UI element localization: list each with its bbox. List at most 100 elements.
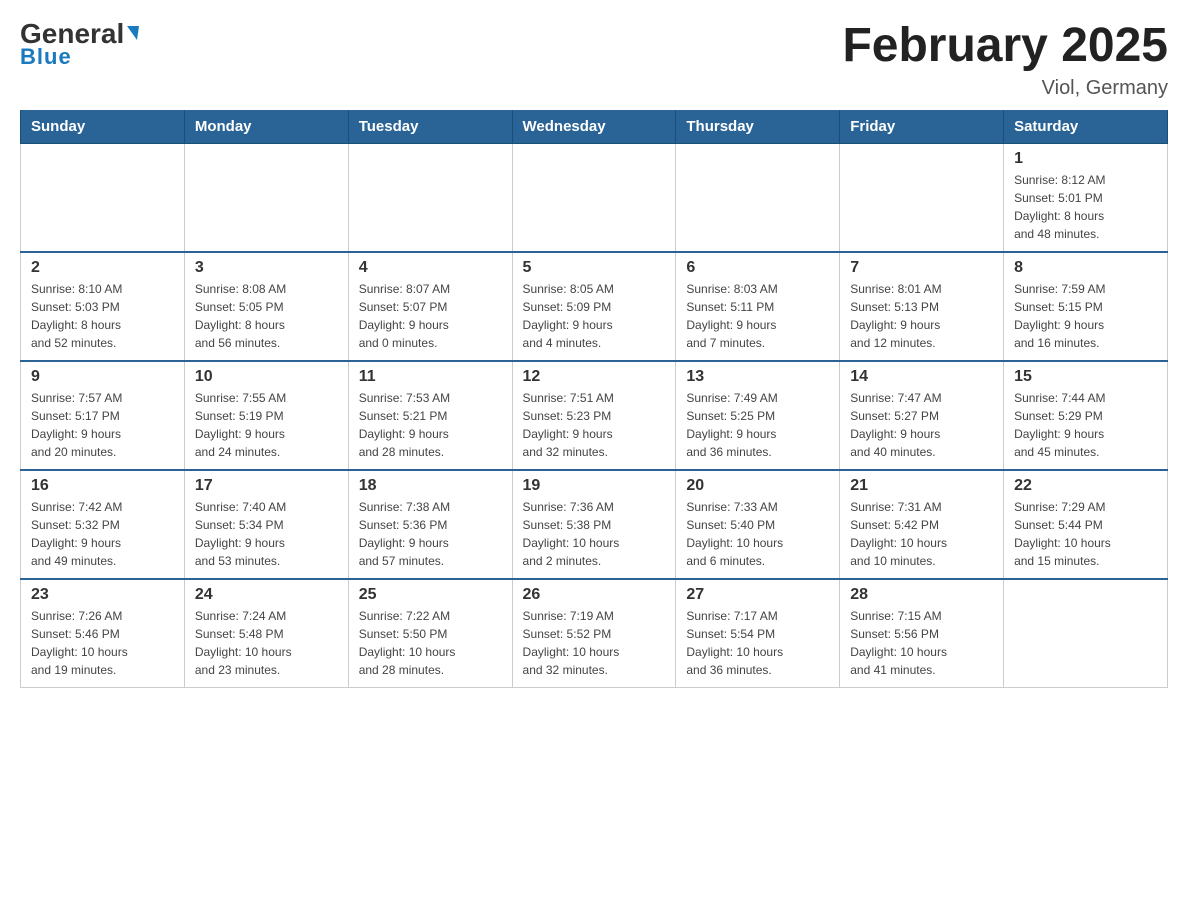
- location: Viol, Germany: [842, 77, 1168, 100]
- day-info: Sunrise: 7:53 AMSunset: 5:21 PMDaylight:…: [359, 389, 502, 461]
- calendar-cell: 16 Sunrise: 7:42 AMSunset: 5:32 PMDayligh…: [21, 470, 185, 579]
- header-monday: Monday: [184, 110, 348, 144]
- day-info: Sunrise: 8:12 AMSunset: 5:01 PMDaylight:…: [1014, 171, 1157, 243]
- day-number: 1: [1014, 150, 1157, 168]
- header-thursday: Thursday: [676, 110, 840, 144]
- header-tuesday: Tuesday: [348, 110, 512, 144]
- day-info: Sunrise: 7:15 AMSunset: 5:56 PMDaylight:…: [850, 607, 993, 679]
- calendar-cell: [184, 143, 348, 252]
- day-number: 20: [686, 477, 829, 495]
- logo: General Blue: [20, 20, 139, 70]
- calendar-cell: [21, 143, 185, 252]
- calendar-cell: [512, 143, 676, 252]
- day-info: Sunrise: 8:07 AMSunset: 5:07 PMDaylight:…: [359, 280, 502, 352]
- calendar-header-row: SundayMondayTuesdayWednesdayThursdayFrid…: [21, 110, 1168, 144]
- day-number: 5: [523, 259, 666, 277]
- day-number: 28: [850, 586, 993, 604]
- day-number: 12: [523, 368, 666, 386]
- calendar-week-5: 23 Sunrise: 7:26 AMSunset: 5:46 PMDayligh…: [21, 579, 1168, 688]
- day-info: Sunrise: 7:29 AMSunset: 5:44 PMDaylight:…: [1014, 498, 1157, 570]
- day-info: Sunrise: 7:47 AMSunset: 5:27 PMDaylight:…: [850, 389, 993, 461]
- month-title: February 2025: [842, 20, 1168, 73]
- day-number: 27: [686, 586, 829, 604]
- calendar-cell: 5 Sunrise: 8:05 AMSunset: 5:09 PMDaylight…: [512, 252, 676, 361]
- calendar-cell: 7 Sunrise: 8:01 AMSunset: 5:13 PMDaylight…: [840, 252, 1004, 361]
- day-info: Sunrise: 8:05 AMSunset: 5:09 PMDaylight:…: [523, 280, 666, 352]
- day-info: Sunrise: 7:19 AMSunset: 5:52 PMDaylight:…: [523, 607, 666, 679]
- title-block: February 2025 Viol, Germany: [842, 20, 1168, 100]
- logo-triangle-icon: [127, 26, 139, 40]
- day-info: Sunrise: 7:49 AMSunset: 5:25 PMDaylight:…: [686, 389, 829, 461]
- day-info: Sunrise: 7:33 AMSunset: 5:40 PMDaylight:…: [686, 498, 829, 570]
- day-number: 23: [31, 586, 174, 604]
- day-info: Sunrise: 7:17 AMSunset: 5:54 PMDaylight:…: [686, 607, 829, 679]
- calendar-cell: 25Sunrise: 7:22 AMSunset: 5:50 PMDayligh…: [348, 579, 512, 688]
- calendar-week-4: 16 Sunrise: 7:42 AMSunset: 5:32 PMDayligh…: [21, 470, 1168, 579]
- calendar-cell: 10 Sunrise: 7:55 AMSunset: 5:19 PMDayligh…: [184, 361, 348, 470]
- header-saturday: Saturday: [1004, 110, 1168, 144]
- header-wednesday: Wednesday: [512, 110, 676, 144]
- day-number: 4: [359, 259, 502, 277]
- calendar-cell: 2Sunrise: 8:10 AMSunset: 5:03 PMDaylight…: [21, 252, 185, 361]
- calendar-cell: 15 Sunrise: 7:44 AMSunset: 5:29 PMDayligh…: [1004, 361, 1168, 470]
- logo-blue: Blue: [20, 44, 72, 70]
- day-number: 8: [1014, 259, 1157, 277]
- calendar-cell: 1 Sunrise: 8:12 AMSunset: 5:01 PMDaylight…: [1004, 143, 1168, 252]
- header-sunday: Sunday: [21, 110, 185, 144]
- header-friday: Friday: [840, 110, 1004, 144]
- day-number: 21: [850, 477, 993, 495]
- calendar-cell: 27 Sunrise: 7:17 AMSunset: 5:54 PMDayligh…: [676, 579, 840, 688]
- day-number: 3: [195, 259, 338, 277]
- calendar-cell: [676, 143, 840, 252]
- calendar-cell: 21 Sunrise: 7:31 AMSunset: 5:42 PMDayligh…: [840, 470, 1004, 579]
- day-info: Sunrise: 8:10 AMSunset: 5:03 PMDaylight:…: [31, 280, 174, 352]
- day-number: 19: [523, 477, 666, 495]
- day-info: Sunrise: 7:31 AMSunset: 5:42 PMDaylight:…: [850, 498, 993, 570]
- day-info: Sunrise: 8:08 AMSunset: 5:05 PMDaylight:…: [195, 280, 338, 352]
- calendar-cell: 28 Sunrise: 7:15 AMSunset: 5:56 PMDayligh…: [840, 579, 1004, 688]
- calendar-cell: 9 Sunrise: 7:57 AMSunset: 5:17 PMDaylight…: [21, 361, 185, 470]
- day-info: Sunrise: 8:03 AMSunset: 5:11 PMDaylight:…: [686, 280, 829, 352]
- day-number: 11: [359, 368, 502, 386]
- calendar-cell: [348, 143, 512, 252]
- day-number: 17: [195, 477, 338, 495]
- calendar-week-3: 9 Sunrise: 7:57 AMSunset: 5:17 PMDaylight…: [21, 361, 1168, 470]
- day-number: 7: [850, 259, 993, 277]
- calendar-cell: 23 Sunrise: 7:26 AMSunset: 5:46 PMDayligh…: [21, 579, 185, 688]
- calendar-cell: 11 Sunrise: 7:53 AMSunset: 5:21 PMDayligh…: [348, 361, 512, 470]
- day-info: Sunrise: 7:55 AMSunset: 5:19 PMDaylight:…: [195, 389, 338, 461]
- day-info: Sunrise: 7:51 AMSunset: 5:23 PMDaylight:…: [523, 389, 666, 461]
- calendar-cell: 13 Sunrise: 7:49 AMSunset: 5:25 PMDayligh…: [676, 361, 840, 470]
- calendar-cell: 24Sunrise: 7:24 AMSunset: 5:48 PMDayligh…: [184, 579, 348, 688]
- day-number: 9: [31, 368, 174, 386]
- day-number: 18: [359, 477, 502, 495]
- day-info: Sunrise: 7:59 AMSunset: 5:15 PMDaylight:…: [1014, 280, 1157, 352]
- calendar-cell: 8 Sunrise: 7:59 AMSunset: 5:15 PMDaylight…: [1004, 252, 1168, 361]
- calendar-cell: 19 Sunrise: 7:36 AMSunset: 5:38 PMDayligh…: [512, 470, 676, 579]
- calendar-cell: 26Sunrise: 7:19 AMSunset: 5:52 PMDayligh…: [512, 579, 676, 688]
- day-info: Sunrise: 7:57 AMSunset: 5:17 PMDaylight:…: [31, 389, 174, 461]
- day-info: Sunrise: 7:44 AMSunset: 5:29 PMDaylight:…: [1014, 389, 1157, 461]
- calendar-cell: 22Sunrise: 7:29 AMSunset: 5:44 PMDayligh…: [1004, 470, 1168, 579]
- calendar-cell: 17 Sunrise: 7:40 AMSunset: 5:34 PMDayligh…: [184, 470, 348, 579]
- day-info: Sunrise: 7:36 AMSunset: 5:38 PMDaylight:…: [523, 498, 666, 570]
- calendar-week-1: 1 Sunrise: 8:12 AMSunset: 5:01 PMDaylight…: [21, 143, 1168, 252]
- day-info: Sunrise: 7:38 AMSunset: 5:36 PMDaylight:…: [359, 498, 502, 570]
- calendar-table: SundayMondayTuesdayWednesdayThursdayFrid…: [20, 110, 1168, 688]
- day-number: 13: [686, 368, 829, 386]
- day-number: 10: [195, 368, 338, 386]
- calendar-cell: 4 Sunrise: 8:07 AMSunset: 5:07 PMDaylight…: [348, 252, 512, 361]
- day-number: 14: [850, 368, 993, 386]
- day-number: 15: [1014, 368, 1157, 386]
- calendar-cell: [1004, 579, 1168, 688]
- day-number: 16: [31, 477, 174, 495]
- calendar-week-2: 2Sunrise: 8:10 AMSunset: 5:03 PMDaylight…: [21, 252, 1168, 361]
- day-info: Sunrise: 7:26 AMSunset: 5:46 PMDaylight:…: [31, 607, 174, 679]
- calendar-cell: 14 Sunrise: 7:47 AMSunset: 5:27 PMDayligh…: [840, 361, 1004, 470]
- page-header: General Blue February 2025 Viol, Germany: [20, 20, 1168, 100]
- day-info: Sunrise: 8:01 AMSunset: 5:13 PMDaylight:…: [850, 280, 993, 352]
- day-info: Sunrise: 7:40 AMSunset: 5:34 PMDaylight:…: [195, 498, 338, 570]
- calendar-cell: 20 Sunrise: 7:33 AMSunset: 5:40 PMDayligh…: [676, 470, 840, 579]
- day-info: Sunrise: 7:42 AMSunset: 5:32 PMDaylight:…: [31, 498, 174, 570]
- calendar-cell: 6Sunrise: 8:03 AMSunset: 5:11 PMDaylight…: [676, 252, 840, 361]
